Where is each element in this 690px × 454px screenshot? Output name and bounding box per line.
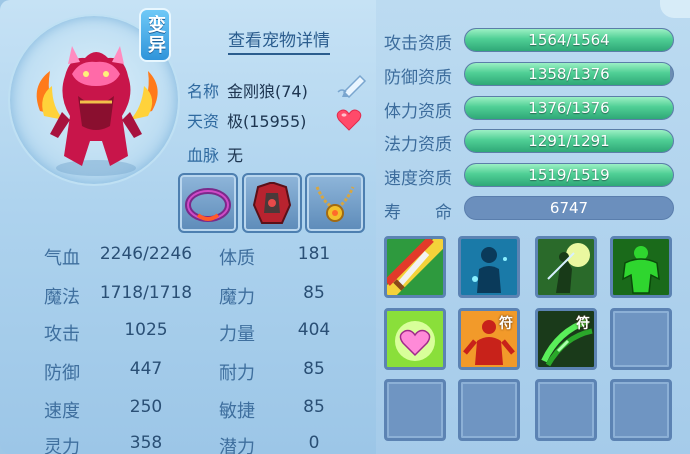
attribute-label: 力量: [219, 324, 255, 345]
bloodline-label: 血脉: [187, 146, 220, 165]
attribute-label: 魔力: [219, 287, 255, 308]
stat-value: 358: [129, 433, 163, 453]
stat-label: 攻击: [44, 324, 80, 345]
stat-label: 速度: [44, 401, 80, 422]
attribute-label: 潜力: [219, 437, 255, 454]
lifespan-label: 寿 命: [384, 203, 452, 223]
aptitude-label: 体力资质: [384, 102, 452, 122]
attribute-value: 404: [297, 320, 331, 340]
skill-slot[interactable]: [535, 236, 597, 298]
aptitude-label: 速度资质: [384, 169, 452, 189]
aptitude-label: 法力资质: [384, 135, 452, 155]
name-label: 名称: [187, 82, 220, 101]
skill-slot[interactable]: [458, 236, 520, 298]
aptitude-bar: 1291/1291: [464, 129, 674, 153]
shadow-warrior-icon: [538, 239, 594, 295]
attribute-value: 0: [308, 433, 320, 453]
attribute-value: 181: [297, 244, 331, 264]
skill-slot[interactable]: 符: [458, 308, 520, 370]
heart-icon[interactable]: [336, 108, 362, 132]
heart-glow-icon: [387, 311, 443, 367]
stat-label: 灵力: [44, 437, 80, 454]
skill-slot[interactable]: [610, 236, 672, 298]
skill-slot[interactable]: [384, 308, 446, 370]
skill-slot[interactable]: [384, 236, 446, 298]
collar-icon: [185, 188, 231, 222]
equipment-slot-necklace[interactable]: [305, 173, 365, 233]
aptitude-value: 1376/1376: [528, 99, 610, 117]
stat-label: 气血: [44, 248, 80, 269]
talisman-mark: 符: [576, 316, 590, 332]
attribute-label: 体质: [219, 248, 255, 269]
stat-value: 1025: [124, 320, 168, 340]
aptitude-value: 1358/1376: [528, 65, 610, 83]
aptitude-label: 防御资质: [384, 68, 452, 88]
attribute-label: 耐力: [219, 363, 255, 384]
talent-value: 极(15955): [227, 112, 307, 131]
attribute-value: 85: [303, 283, 325, 303]
stat-label: 防御: [44, 363, 80, 384]
stat-value: 447: [129, 359, 163, 379]
necklace-icon: [315, 186, 355, 222]
sword-strike-icon: [387, 239, 443, 295]
stat-value: 1718/1718: [99, 283, 193, 303]
mutant-badge-text: 变异: [145, 15, 166, 55]
empty-skill-slot[interactable]: [458, 379, 520, 441]
armor-icon: [252, 182, 292, 224]
empty-skill-slot[interactable]: [384, 379, 446, 441]
equipment-slot-collar[interactable]: [178, 173, 238, 233]
stat-value: 2246/2246: [99, 244, 193, 264]
aptitude-value: 1564/1564: [528, 31, 610, 49]
aptitude-bar: 1564/1564: [464, 28, 674, 52]
rename-pen-icon[interactable]: [336, 70, 370, 99]
stat-value: 250: [129, 397, 163, 417]
view-pet-details-link[interactable]: 查看宠物详情: [228, 26, 330, 55]
green-strongman-icon: [613, 239, 669, 295]
skill-slot[interactable]: 符: [535, 308, 597, 370]
name-value: 金刚狼(74): [227, 82, 308, 101]
attribute-value: 85: [303, 359, 325, 379]
talisman-mark: 符: [499, 316, 513, 332]
empty-skill-slot[interactable]: [610, 308, 672, 370]
bloodline-value: 无: [227, 146, 244, 165]
spirit-figure-icon: [461, 239, 517, 295]
equipment-slot-armor[interactable]: [242, 173, 302, 233]
attribute-value: 85: [303, 397, 325, 417]
stat-label: 魔法: [44, 287, 80, 308]
attribute-label: 敏捷: [219, 401, 255, 422]
aptitude-label: 攻击资质: [384, 34, 452, 54]
aptitude-bar: 1376/1376: [464, 96, 674, 120]
empty-skill-slot[interactable]: [535, 379, 597, 441]
empty-skill-slot[interactable]: [610, 379, 672, 441]
mutant-badge: 变异: [139, 8, 171, 62]
talent-label: 天资: [187, 112, 220, 131]
aptitude-value: 1291/1291: [528, 132, 610, 150]
aptitude-bar: 1358/1376: [464, 62, 674, 86]
lifespan-value: 6747: [464, 196, 674, 220]
aptitude-bar: 1519/1519: [464, 163, 674, 187]
aptitude-value: 1519/1519: [528, 166, 610, 184]
